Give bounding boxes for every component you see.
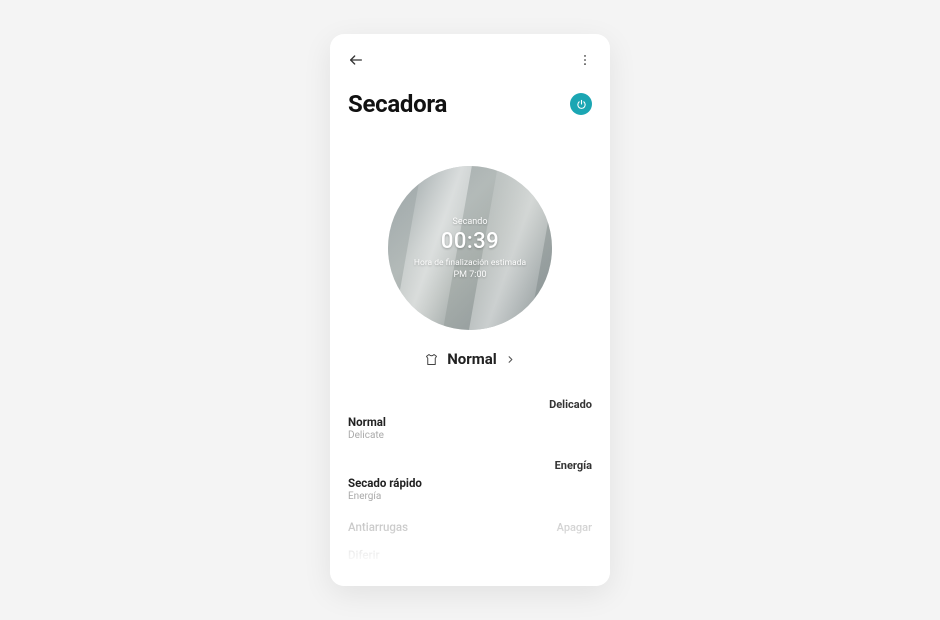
- option-title: Diferir: [348, 548, 592, 562]
- status-dial-container: Secando 00:39 Hora de finalización estim…: [348, 166, 592, 330]
- options-list: Delicado Normal Delicate Energía Secado …: [348, 398, 592, 562]
- option-tag-delicado[interactable]: Delicado: [348, 398, 592, 411]
- current-mode-label: Normal: [447, 350, 497, 368]
- back-icon[interactable]: [348, 52, 364, 68]
- dial-eta-value: PM 7:00: [414, 270, 526, 280]
- current-mode-row[interactable]: Normal: [348, 350, 592, 368]
- top-bar: [348, 48, 592, 72]
- option-subtitle: Delicate: [348, 430, 592, 441]
- title-row: Secadora: [348, 90, 592, 118]
- app-screen: Secadora Secando 00:39 Hora de finalizac…: [330, 34, 610, 586]
- option-title: Normal: [348, 415, 592, 429]
- option-tag-energia[interactable]: Energía: [348, 459, 592, 472]
- page-title: Secadora: [348, 90, 447, 118]
- option-row-antiarrugas[interactable]: Antiarrugas Apagar: [348, 520, 592, 534]
- dial-status-label: Secando: [414, 217, 526, 227]
- power-icon: [576, 95, 587, 114]
- option-row-secado-rapido[interactable]: Secado rápido Energía: [348, 476, 592, 502]
- more-menu-icon[interactable]: [578, 52, 592, 68]
- chevron-right-icon: [505, 354, 516, 365]
- option-title: Secado rápido: [348, 476, 592, 490]
- status-dial[interactable]: Secando 00:39 Hora de finalización estim…: [388, 166, 552, 330]
- power-button[interactable]: [570, 93, 592, 115]
- dial-eta-label: Hora de finalización estimada: [414, 258, 526, 268]
- dial-time-remaining: 00:39: [414, 229, 526, 254]
- option-row-normal[interactable]: Normal Delicate: [348, 415, 592, 441]
- dial-text-group: Secando 00:39 Hora de finalización estim…: [414, 217, 526, 280]
- option-value: Apagar: [557, 521, 592, 534]
- option-title: Antiarrugas: [348, 520, 408, 534]
- option-row-diferir[interactable]: Diferir: [348, 548, 592, 562]
- shirt-icon: [424, 352, 439, 367]
- option-subtitle: Energía: [348, 491, 592, 502]
